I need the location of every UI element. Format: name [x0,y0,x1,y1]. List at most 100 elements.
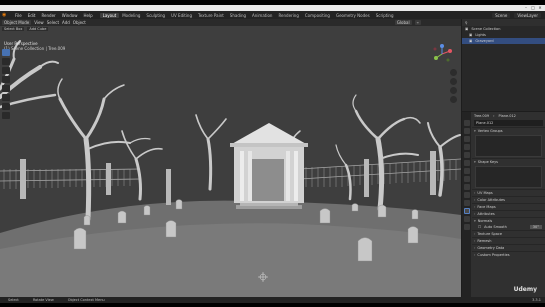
select-menu[interactable]: Select [47,20,59,25]
minimize-icon[interactable]: – [523,6,529,10]
tab-rendering[interactable]: Rendering [275,13,301,18]
output-tab-icon[interactable] [463,136,470,142]
outliner: ⚲ ▣ Scene Collection ▣ Lights ▣ Graveyar… [462,19,545,111]
chevron-right-icon: › [474,205,476,209]
3d-viewport[interactable]: Object Mode View Select Add Object Globa… [0,19,461,303]
transform-tool-icon[interactable] [2,94,10,101]
mesh-data-tab-icon[interactable] [463,208,470,214]
section-label: Vertex Groups [477,129,503,133]
add-cube-tool[interactable]: Add Cube [27,27,49,31]
section-label: Normals [477,219,493,223]
maximize-icon[interactable]: □ [530,6,536,10]
outliner-row[interactable]: ▣ Graveyard [462,38,545,44]
mode-dropdown[interactable]: Object Mode [2,20,32,25]
annotate-tool-icon[interactable] [2,103,10,110]
render-tab-icon[interactable] [463,128,470,134]
tab-geometry-nodes[interactable]: Geometry Nodes [333,13,373,18]
tab-sculpting[interactable]: Sculpting [143,13,168,18]
measure-tool-icon[interactable] [2,112,10,119]
outliner-row-label: Scene Collection [471,27,501,31]
auto-smooth-checkbox[interactable]: ☐ [478,225,481,229]
outliner-row-label: Lights [475,33,486,37]
section-face-maps[interactable]: › Face Maps [472,203,545,210]
section-vertex-groups[interactable]: ▾ Vertex Groups [472,127,545,134]
section-shape-keys[interactable]: ▾ Shape Keys [472,158,545,165]
tool-tab-icon[interactable] [463,120,470,126]
section-attributes[interactable]: › Attributes [472,210,545,217]
auto-smooth-label: Auto Smooth [484,225,507,229]
menu-render[interactable]: Render [38,13,58,18]
tab-modeling[interactable]: Modeling [119,13,143,18]
select-tool-icon[interactable] [2,49,10,56]
chevron-down-icon: ▾ [474,160,476,164]
tab-uv-editing[interactable]: UV Editing [168,13,195,18]
section-geometry-data[interactable]: › Geometry Data [472,244,545,251]
pan-icon[interactable] [450,78,457,85]
chevron-down-icon: ▾ [474,129,476,133]
navigation-gizmo-icon[interactable] [431,43,453,65]
tab-layout[interactable]: Layout [99,12,120,18]
view-layer-tab-icon[interactable] [463,144,470,150]
chevron-right-icon: › [474,198,476,202]
constraints-tab-icon[interactable] [463,200,470,206]
tab-texture-paint[interactable]: Texture Paint [195,13,227,18]
graveyard-scene [0,19,461,303]
mesh-data-field[interactable]: Plane.012 [474,120,543,126]
section-texture-space[interactable]: › Texture Space [472,230,545,237]
section-label: Remesh [477,239,492,243]
object-name: Tree.009 [474,113,490,118]
close-icon[interactable]: ✕ [537,6,543,10]
mesh-name: Plane.012 [498,113,516,118]
scene-selector[interactable]: Scene [492,12,511,18]
chevron-down-icon: ▾ [474,219,476,223]
menu-edit[interactable]: Edit [25,13,39,18]
particles-tab-icon[interactable] [463,184,470,190]
collection-label: (1) Scene Collection | Tree.009 [4,46,66,51]
status-context-menu: Object Context Menu [67,298,105,302]
object-menu[interactable]: Object [73,20,86,25]
modifier-tab-icon[interactable] [463,176,470,182]
object-tab-icon[interactable] [463,168,470,174]
tab-animation[interactable]: Animation [249,13,275,18]
snap-icon[interactable]: ⌁ [414,20,421,25]
section-custom-properties[interactable]: › Custom Properties [472,251,545,258]
menu-file[interactable]: File [12,13,25,18]
zoom-icon[interactable] [450,69,457,76]
move-tool-icon[interactable] [2,67,10,74]
section-remesh[interactable]: › Remesh [472,237,545,244]
add-menu[interactable]: Add [62,20,70,25]
view-menu[interactable]: View [34,20,44,25]
rotate-tool-icon[interactable] [2,76,10,83]
properties-tabs [462,112,471,297]
status-bar: Select Rotate View Object Context Menu 3… [0,297,545,303]
orientation-dropdown[interactable]: Global [394,20,412,25]
toolshelf [2,49,10,119]
material-tab-icon[interactable] [463,216,470,222]
physics-tab-icon[interactable] [463,192,470,198]
auto-smooth-angle-field[interactable]: 30° [529,225,542,229]
scale-tool-icon[interactable] [2,85,10,92]
section-label: Attributes [477,212,495,216]
section-label: Custom Properties [477,253,510,257]
menu-help[interactable]: Help [80,13,95,18]
texture-tab-icon[interactable] [463,224,470,230]
tab-compositing[interactable]: Compositing [302,13,333,18]
vertex-groups-list[interactable] [475,135,542,157]
shape-keys-list[interactable] [475,166,542,188]
menu-window[interactable]: Window [59,13,81,18]
scene-tab-icon[interactable] [463,152,470,158]
blender-logo-icon[interactable]: ◉ [2,12,9,18]
section-color-attributes[interactable]: › Color Attributes [472,196,545,203]
tab-shading[interactable]: Shading [227,13,249,18]
world-tab-icon[interactable] [463,160,470,166]
cursor-tool-icon[interactable] [2,58,10,65]
select-box-tool[interactable]: Select Box [2,27,25,31]
chevron-right-icon: › [474,191,476,195]
section-uv-maps[interactable]: › UV Maps [472,189,545,196]
outliner-filter-icon[interactable]: ⚲ [465,21,468,25]
camera-view-icon[interactable] [450,87,457,94]
view-layer-selector[interactable]: ViewLayer [514,12,541,18]
tab-scripting[interactable]: Scripting [373,13,397,18]
perspective-toggle-icon[interactable] [450,96,457,103]
section-normals[interactable]: ▾ Normals [472,217,545,224]
